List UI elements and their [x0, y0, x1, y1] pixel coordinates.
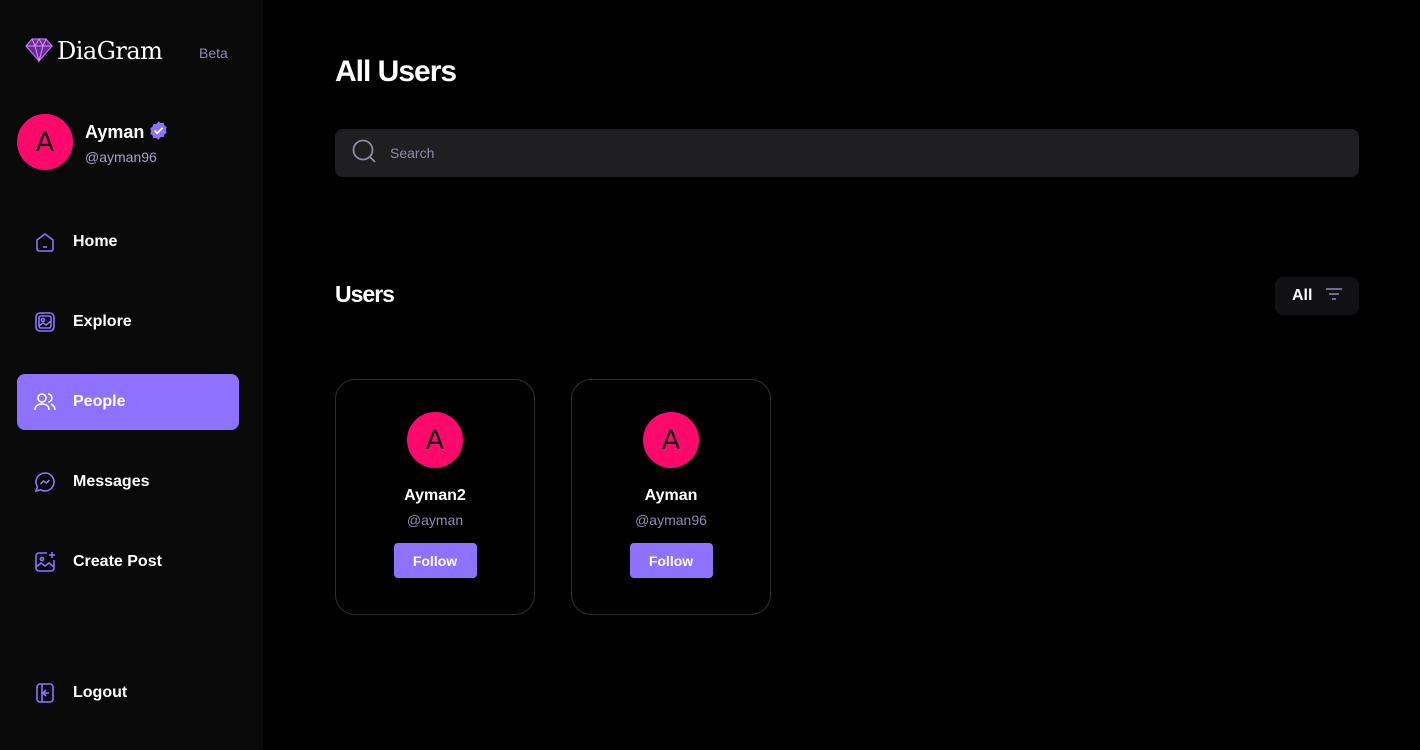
filter-button[interactable]: All	[1275, 277, 1359, 315]
sidebar-item-people[interactable]: People	[17, 374, 239, 430]
user-name: Ayman	[644, 487, 698, 504]
user-handle: @ayman	[406, 512, 464, 528]
sidebar-item-create-post[interactable]: Create Post	[17, 534, 239, 590]
profile-summary[interactable]: A Ayman @ayman96	[17, 114, 169, 170]
follow-button[interactable]: Follow	[393, 543, 477, 578]
user-cards: A Ayman2 @ayman Follow A Ayman @ayman96 …	[335, 379, 807, 615]
sidebar-item-messages[interactable]: Messages	[17, 454, 239, 510]
user-name: Ayman2	[404, 487, 466, 504]
profile-handle: @ayman96	[85, 148, 157, 165]
profile-name-row: Ayman	[85, 120, 169, 146]
diamond-icon	[25, 35, 53, 68]
user-card[interactable]: A Ayman2 @ayman Follow	[335, 379, 535, 615]
sidebar-item-explore[interactable]: Explore	[17, 294, 239, 350]
sidebar-item-label: Create Post	[73, 553, 162, 570]
sidebar-item-label: Messages	[73, 473, 150, 490]
brand-name: DiaGram	[57, 37, 163, 65]
sidebar-item-label: Home	[73, 233, 118, 250]
follow-button[interactable]: Follow	[629, 543, 713, 578]
verified-badge-icon	[144, 120, 169, 146]
search-icon	[351, 138, 377, 169]
avatar: A	[17, 114, 73, 170]
filter-label: All	[1292, 287, 1313, 304]
search-bar[interactable]	[335, 129, 1359, 177]
beta-badge: Beta	[199, 45, 228, 61]
logout-button[interactable]: Logout	[17, 665, 239, 721]
messenger-icon	[33, 470, 57, 494]
sidebar-nav: Home Explore People Messages Create Post	[17, 214, 239, 614]
avatar: A	[643, 412, 699, 468]
logout-label: Logout	[73, 684, 128, 701]
home-icon	[33, 230, 57, 254]
logout-icon	[33, 681, 57, 705]
avatar: A	[407, 412, 463, 468]
profile-info: Ayman @ayman96	[85, 120, 169, 165]
gallery-icon	[33, 310, 57, 334]
user-handle: @ayman96	[635, 512, 707, 528]
sidebar: DiaGram Beta A Ayman @ayman96 Home Explo…	[0, 0, 263, 750]
filter-icon	[1312, 284, 1344, 309]
brand-logo[interactable]: DiaGram	[25, 35, 163, 68]
search-input[interactable]	[390, 145, 1290, 161]
sidebar-item-label: Explore	[73, 313, 132, 330]
section-title: Users	[335, 281, 395, 307]
profile-name: Ayman	[85, 122, 145, 142]
user-card[interactable]: A Ayman @ayman96 Follow	[571, 379, 771, 615]
add-image-icon	[33, 550, 57, 574]
sidebar-item-label: People	[73, 393, 126, 410]
page-title: All Users	[335, 55, 457, 88]
people-icon	[33, 390, 57, 414]
sidebar-item-home[interactable]: Home	[17, 214, 239, 270]
